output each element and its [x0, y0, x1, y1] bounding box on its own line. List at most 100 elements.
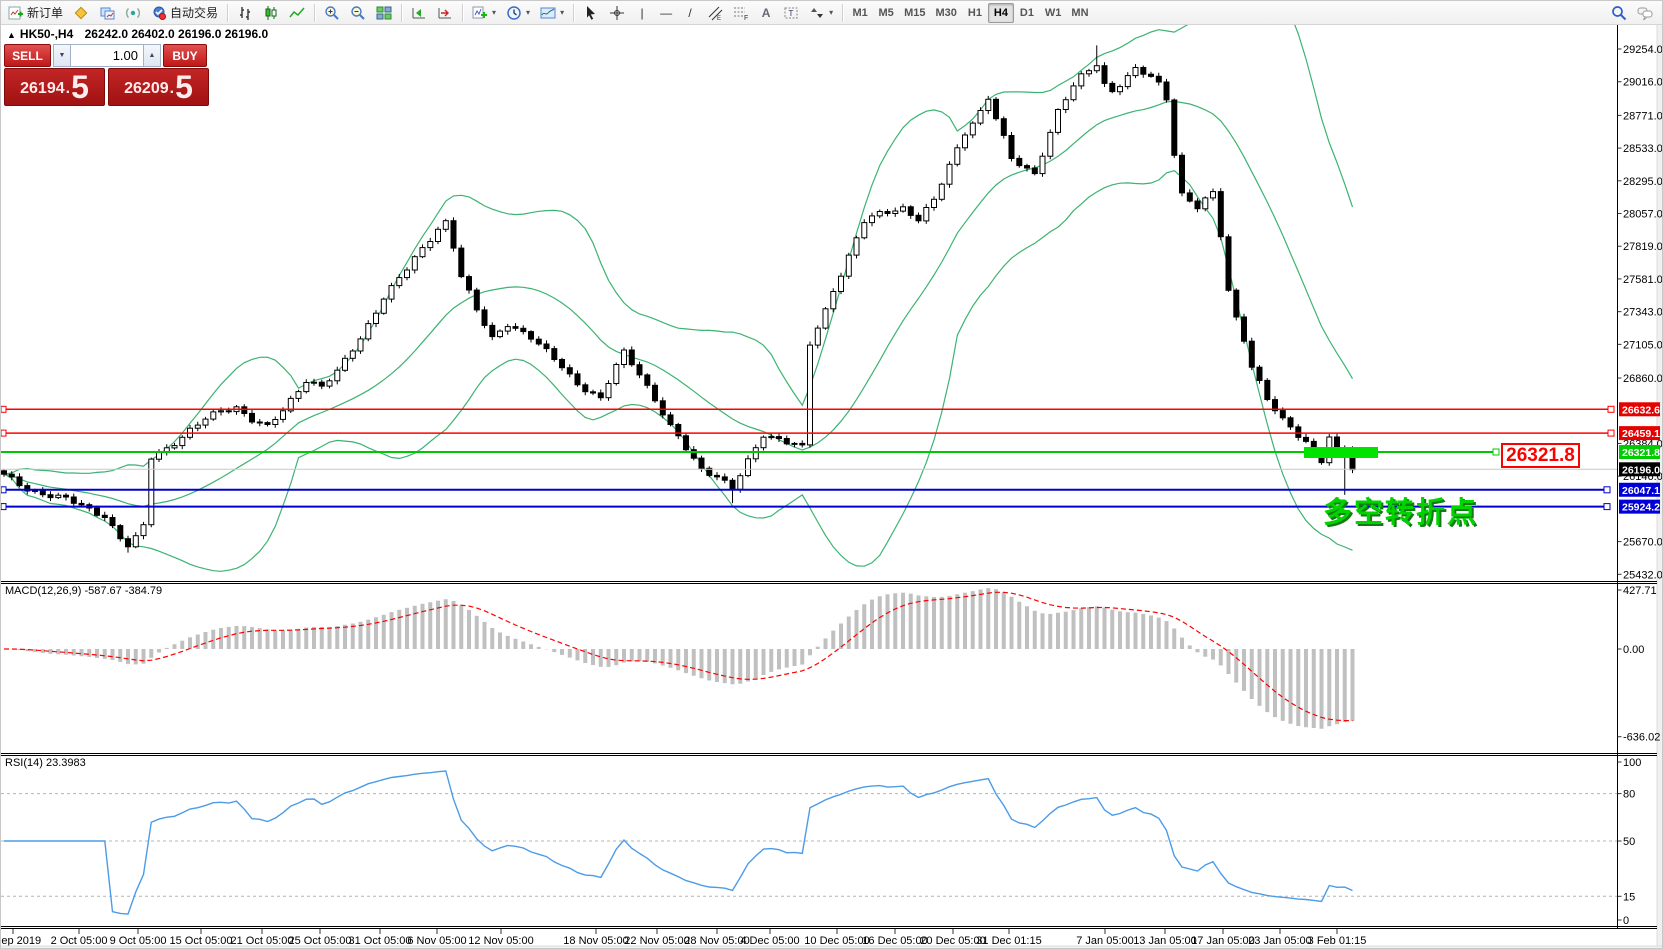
- line-handle: [1604, 487, 1610, 493]
- time-axis-label: 3 Feb 01:15: [1308, 935, 1367, 947]
- indicators-icon: [472, 5, 488, 21]
- candle-body: [536, 339, 541, 344]
- price-tick-label: 29254.0: [1623, 44, 1663, 56]
- price-tick-label: 28295.0: [1623, 176, 1663, 188]
- tab-timeframe-m30[interactable]: M30: [931, 3, 962, 23]
- volume-increase-button[interactable]: ▲: [143, 44, 161, 67]
- search-symbol-button[interactable]: [1606, 2, 1632, 23]
- periods-button[interactable]: ▾: [501, 2, 535, 23]
- candle-body: [1102, 66, 1107, 84]
- candle-body: [443, 221, 448, 230]
- candle-body: [769, 437, 774, 438]
- tile-windows-icon: [376, 5, 392, 21]
- candle-body: [110, 518, 115, 526]
- trendline-button[interactable]: /: [678, 2, 702, 23]
- volume-input[interactable]: [71, 44, 143, 67]
- candle-body: [885, 212, 890, 214]
- candle-body: [1265, 380, 1270, 399]
- time-axis-label: 31 Oct 05:00: [349, 935, 412, 947]
- autotrade-button[interactable]: 自动交易: [146, 2, 223, 23]
- candle-body: [544, 344, 549, 349]
- chart-shift-button[interactable]: [432, 2, 458, 23]
- candlestick-icon: [263, 5, 279, 21]
- zoom-in-icon: [324, 5, 340, 21]
- new-order-label: 新订单: [27, 4, 63, 21]
- text-button[interactable]: A: [754, 2, 778, 23]
- chart-diamond-icon: [73, 5, 89, 21]
- new-order-button[interactable]: 新订单: [3, 2, 68, 23]
- buy-price-big-digit: 5: [175, 72, 193, 102]
- tab-timeframe-d1[interactable]: D1: [1014, 3, 1040, 23]
- chat-button[interactable]: [1632, 2, 1658, 23]
- candle-body: [482, 310, 487, 326]
- candle-body: [1234, 290, 1239, 317]
- candle-body: [808, 345, 813, 445]
- candle-body: [319, 382, 324, 386]
- sell-price-dot: .: [66, 76, 70, 102]
- svg-text:T: T: [789, 9, 794, 18]
- candle-body: [893, 211, 898, 214]
- candle-body: [265, 423, 270, 425]
- indicators-button[interactable]: ▾: [467, 2, 501, 23]
- chart-canvas[interactable]: 29254.029016.028771.028533.028295.028057…: [1, 25, 1663, 949]
- cursor-icon: [583, 5, 599, 21]
- candle-body: [102, 515, 107, 517]
- signal-button[interactable]: [120, 2, 146, 23]
- tab-timeframe-h4[interactable]: H4: [988, 3, 1014, 23]
- sell-price-box[interactable]: 26194.5: [4, 68, 105, 106]
- charts-button[interactable]: [68, 2, 94, 23]
- line-handle: [1, 504, 6, 510]
- tab-timeframe-m1[interactable]: M1: [847, 3, 873, 23]
- autotrade-label: 自动交易: [170, 4, 218, 21]
- candle-body: [947, 164, 952, 184]
- channel-button[interactable]: E: [702, 2, 728, 23]
- candle-body: [1164, 82, 1169, 100]
- text-label-button[interactable]: T: [778, 2, 804, 23]
- candle-body: [1187, 193, 1192, 201]
- candle-body: [823, 309, 828, 328]
- arrows-button[interactable]: ▾: [804, 2, 838, 23]
- buy-price-box[interactable]: 26209.5: [108, 68, 209, 106]
- candle-body: [490, 325, 495, 336]
- auto-scroll-button[interactable]: [406, 2, 432, 23]
- tab-timeframe-mn[interactable]: MN: [1066, 3, 1093, 23]
- tab-timeframe-m15[interactable]: M15: [899, 3, 930, 23]
- tab-timeframe-w1[interactable]: W1: [1040, 3, 1067, 23]
- ohlc-bars-icon: [237, 5, 253, 21]
- price-annotation-box[interactable]: 26321.8: [1501, 443, 1580, 468]
- line-chart-button[interactable]: [284, 2, 310, 23]
- zoom-out-button[interactable]: [345, 2, 371, 23]
- candle-body: [405, 270, 410, 278]
- sell-button[interactable]: SELL: [4, 44, 51, 67]
- candle-body: [474, 290, 479, 310]
- cursor-button[interactable]: [578, 2, 604, 23]
- volume-decrease-button[interactable]: ▼: [53, 44, 71, 67]
- candle-body: [1118, 87, 1123, 92]
- crosshair-button[interactable]: [604, 2, 630, 23]
- bar-chart-button[interactable]: [232, 2, 258, 23]
- candlestick-button[interactable]: [258, 2, 284, 23]
- candle-body: [1296, 427, 1301, 438]
- candle-body: [312, 382, 317, 383]
- horizontal-line-button[interactable]: —: [654, 2, 678, 23]
- zoom-in-button[interactable]: [319, 2, 345, 23]
- templates-button[interactable]: ▾: [535, 2, 569, 23]
- tab-timeframe-h1[interactable]: H1: [962, 3, 988, 23]
- profiles-button[interactable]: [94, 2, 120, 23]
- candle-body: [180, 437, 185, 445]
- autotrade-icon: [151, 5, 167, 21]
- candle-body: [831, 292, 836, 309]
- candle-body: [141, 525, 146, 536]
- line-handle: [1608, 430, 1614, 436]
- buy-button[interactable]: BUY: [163, 44, 207, 67]
- candle-body: [1327, 437, 1332, 463]
- tile-windows-button[interactable]: [371, 2, 397, 23]
- fibonacci-button[interactable]: F: [728, 2, 754, 23]
- candle-body: [800, 443, 805, 445]
- vertical-line-button[interactable]: |: [630, 2, 654, 23]
- candle-body: [513, 327, 518, 329]
- tab-timeframe-m5[interactable]: M5: [873, 3, 899, 23]
- macd-tick-label: 427.71: [1623, 585, 1657, 597]
- candle-body: [1218, 192, 1223, 237]
- candle-body: [40, 490, 45, 494]
